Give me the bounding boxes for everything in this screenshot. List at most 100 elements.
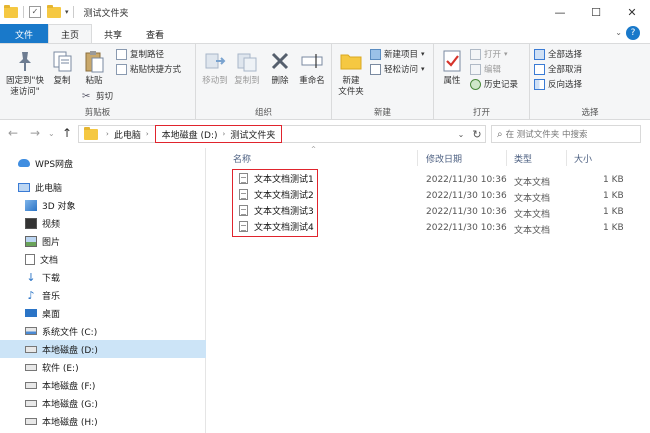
text-file-icon [239, 204, 248, 216]
nav-item-drive-h[interactable]: 本地磁盘 (H:) [0, 412, 206, 430]
move-to-button[interactable]: 移动到 [200, 48, 230, 87]
nav-item-documents[interactable]: 文档 [0, 250, 206, 268]
nav-item-this-pc[interactable]: 此电脑 [0, 178, 206, 196]
copy-to-button[interactable]: 复制到 [232, 48, 262, 87]
maximize-button[interactable]: ☐ [578, 0, 614, 24]
breadcrumb-separator-icon[interactable]: › [144, 130, 151, 138]
select-none-button[interactable]: 全部取消 [534, 63, 582, 75]
table-row[interactable]: 文本文档测试4 [239, 218, 314, 234]
file-date: 2022/11/30 10:36 [426, 175, 507, 185]
help-icon[interactable]: ? [626, 26, 640, 40]
recent-chevron-icon[interactable]: ⌄ [48, 129, 55, 138]
text-file-icon [239, 172, 248, 184]
forward-arrow-icon[interactable]: → [30, 126, 40, 140]
tab-home[interactable]: 主页 [48, 24, 93, 44]
tab-share[interactable]: 共享 [92, 24, 134, 44]
paste-shortcut-button[interactable]: 粘贴快捷方式 [116, 63, 181, 75]
up-arrow-icon[interactable]: ↑ [62, 126, 72, 140]
group-label: 选择 [581, 108, 599, 118]
delete-button[interactable]: 删除 [268, 48, 292, 87]
breadcrumb-separator-icon[interactable]: › [104, 130, 111, 138]
paste-button[interactable]: 粘贴 [80, 48, 108, 87]
table-row[interactable]: 文本文档测试1 [239, 170, 314, 186]
cube-icon [25, 199, 37, 211]
clipboard-group: 固定到"快 速访问" 复制 粘贴 复制路径 粘贴快捷方式 ✂ 剪切 剪贴板 [0, 44, 196, 120]
open-button[interactable]: 打开 ▾ [470, 48, 508, 60]
column-divider[interactable] [417, 150, 418, 166]
file-type: 文本文档 [514, 226, 551, 236]
rename-button[interactable]: 重命名 [296, 48, 328, 87]
minimize-button[interactable]: — [542, 0, 578, 24]
video-icon [25, 217, 37, 229]
document-icon [25, 253, 35, 265]
column-date[interactable]: 修改日期 [426, 152, 462, 165]
table-row[interactable]: 文本文档测试2 [239, 186, 314, 202]
new-item-icon [370, 48, 381, 60]
properties-quick-icon[interactable]: ✓ [29, 6, 41, 18]
close-button[interactable]: ✕ [614, 0, 650, 24]
nav-item-drive-e[interactable]: 软件 (E:) [0, 358, 206, 376]
new-folder-button[interactable]: 新建 文件夹 [336, 48, 366, 98]
file-names-highlight: 文本文档测试1 文本文档测试2 文本文档测试3 文本文档测试4 [232, 169, 318, 237]
ribbon-tabs: 文件 主页 共享 查看 [0, 24, 650, 44]
nav-item-pictures[interactable]: 图片 [0, 232, 206, 250]
edit-icon [470, 63, 481, 75]
cloud-icon [18, 159, 30, 167]
properties-icon [443, 50, 461, 72]
table-row[interactable]: 文本文档测试3 [239, 202, 314, 218]
file-list: ^ 名称 修改日期 类型 大小 文本文档测试1 文本文档测试2 文本文档测试3 … [207, 146, 650, 433]
tab-file[interactable]: 文件 [0, 24, 49, 44]
chevron-down-icon[interactable]: ⌄ [453, 130, 469, 139]
column-size[interactable]: 大小 [574, 152, 592, 165]
file-size: 1 KB [603, 207, 624, 217]
column-name[interactable]: 名称 [233, 152, 251, 165]
desktop-icon [25, 309, 37, 317]
new-item-button[interactable]: 新建项目 ▾ [370, 48, 425, 60]
history-button[interactable]: 历史记录 [470, 78, 518, 90]
back-arrow-icon[interactable]: ← [8, 126, 18, 140]
chevron-down-icon[interactable]: ▾ [65, 8, 69, 16]
invert-selection-button[interactable]: 反向选择 [534, 78, 582, 90]
easy-access-button[interactable]: 轻松访问 ▾ [370, 63, 425, 75]
nav-item-videos[interactable]: 视频 [0, 214, 206, 232]
column-divider[interactable] [566, 150, 567, 166]
file-date: 2022/11/30 10:36 [426, 191, 507, 201]
file-size: 1 KB [603, 223, 624, 233]
move-to-icon [205, 53, 226, 69]
navigation-pane: WPS网盘 此电脑 3D 对象 视频 图片 文档 ↓ 下载 ♪ 音乐 桌面 系统… [0, 148, 206, 433]
nav-item-wps-cloud[interactable]: WPS网盘 [0, 154, 206, 172]
cut-button[interactable]: ✂ 剪切 [82, 90, 113, 103]
open-group: 属性 打开 ▾ 编辑 历史记录 打开 [434, 44, 530, 120]
copy-path-button[interactable]: 复制路径 [116, 48, 164, 60]
address-bar[interactable]: › 此电脑 › 本地磁盘 (D:) › 测试文件夹 ⌄ ↻ [78, 125, 486, 143]
nav-item-desktop[interactable]: 桌面 [0, 304, 206, 322]
folder-icon [4, 4, 18, 18]
breadcrumb-this-pc[interactable]: 此电脑 [111, 128, 144, 141]
ribbon-collapse-icon[interactable]: ⌄ [615, 28, 622, 37]
pin-quick-access-button[interactable]: 固定到"快 速访问" [4, 48, 46, 98]
select-all-button[interactable]: 全部选择 [534, 48, 582, 60]
breadcrumb-drive-d[interactable]: 本地磁盘 (D:) [159, 128, 221, 141]
column-type[interactable]: 类型 [514, 152, 532, 165]
nav-item-downloads[interactable]: ↓ 下载 [0, 268, 206, 286]
search-box[interactable]: ⌕ 在 测试文件夹 中搜索 [491, 125, 641, 143]
copy-button[interactable]: 复制 [48, 48, 76, 87]
nav-item-drive-f[interactable]: 本地磁盘 (F:) [0, 376, 206, 394]
breadcrumb-separator-icon[interactable]: › [221, 130, 228, 138]
file-type: 文本文档 [514, 178, 551, 188]
nav-item-music[interactable]: ♪ 音乐 [0, 286, 206, 304]
divider [72, 6, 74, 18]
nav-item-drive-d[interactable]: 本地磁盘 (D:) [0, 340, 206, 358]
nav-item-3d-objects[interactable]: 3D 对象 [0, 196, 206, 214]
edit-button[interactable]: 编辑 [470, 63, 501, 75]
column-divider[interactable] [506, 150, 507, 166]
new-folder-quick-icon[interactable] [47, 4, 61, 18]
properties-button[interactable]: 属性 [438, 48, 466, 87]
file-type: 文本文档 [514, 210, 551, 220]
refresh-icon[interactable]: ↻ [469, 128, 485, 141]
text-file-icon [239, 220, 248, 232]
nav-item-drive-c[interactable]: 系统文件 (C:) [0, 322, 206, 340]
tab-view[interactable]: 查看 [134, 24, 176, 44]
breadcrumb-test-folder[interactable]: 测试文件夹 [227, 128, 278, 141]
nav-item-drive-g[interactable]: 本地磁盘 (G:) [0, 394, 206, 412]
